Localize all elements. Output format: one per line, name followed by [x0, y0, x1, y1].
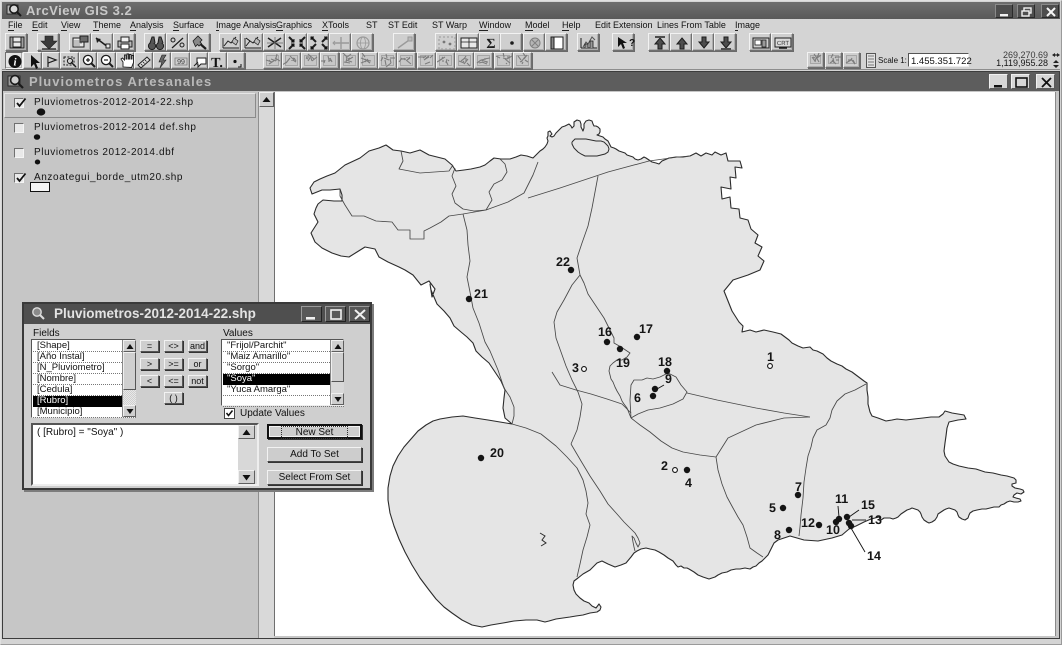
svg-text:3: 3: [572, 361, 579, 375]
svg-text:T.: T.: [211, 56, 223, 70]
svg-text:8: 8: [774, 528, 781, 542]
svg-text:2: 2: [661, 459, 668, 473]
svg-text:1: 1: [767, 350, 774, 364]
svg-text:4: 4: [685, 476, 692, 490]
svg-text:99: 99: [177, 59, 185, 66]
svg-text:5: 5: [769, 501, 776, 515]
svg-text:13: 13: [868, 513, 882, 527]
svg-text:9: 9: [665, 372, 672, 386]
svg-text:18: 18: [658, 355, 672, 369]
svg-text:15: 15: [861, 498, 875, 512]
svg-text:20: 20: [490, 446, 504, 460]
svg-text:19: 19: [616, 356, 630, 370]
svg-text:12: 12: [801, 516, 815, 530]
svg-text:Σ: Σ: [486, 37, 495, 52]
svg-text:21: 21: [474, 287, 488, 301]
svg-text:16: 16: [598, 325, 612, 339]
svg-text:7: 7: [795, 480, 802, 494]
svg-text:6: 6: [634, 391, 641, 405]
svg-text:17: 17: [639, 322, 653, 336]
svg-text:?: ?: [629, 38, 635, 49]
svg-text:14: 14: [867, 549, 881, 563]
svg-text:22: 22: [556, 255, 570, 269]
svg-text:11: 11: [835, 492, 848, 506]
svg-text:CRT: CRT: [777, 40, 790, 47]
svg-text:10: 10: [826, 523, 840, 537]
